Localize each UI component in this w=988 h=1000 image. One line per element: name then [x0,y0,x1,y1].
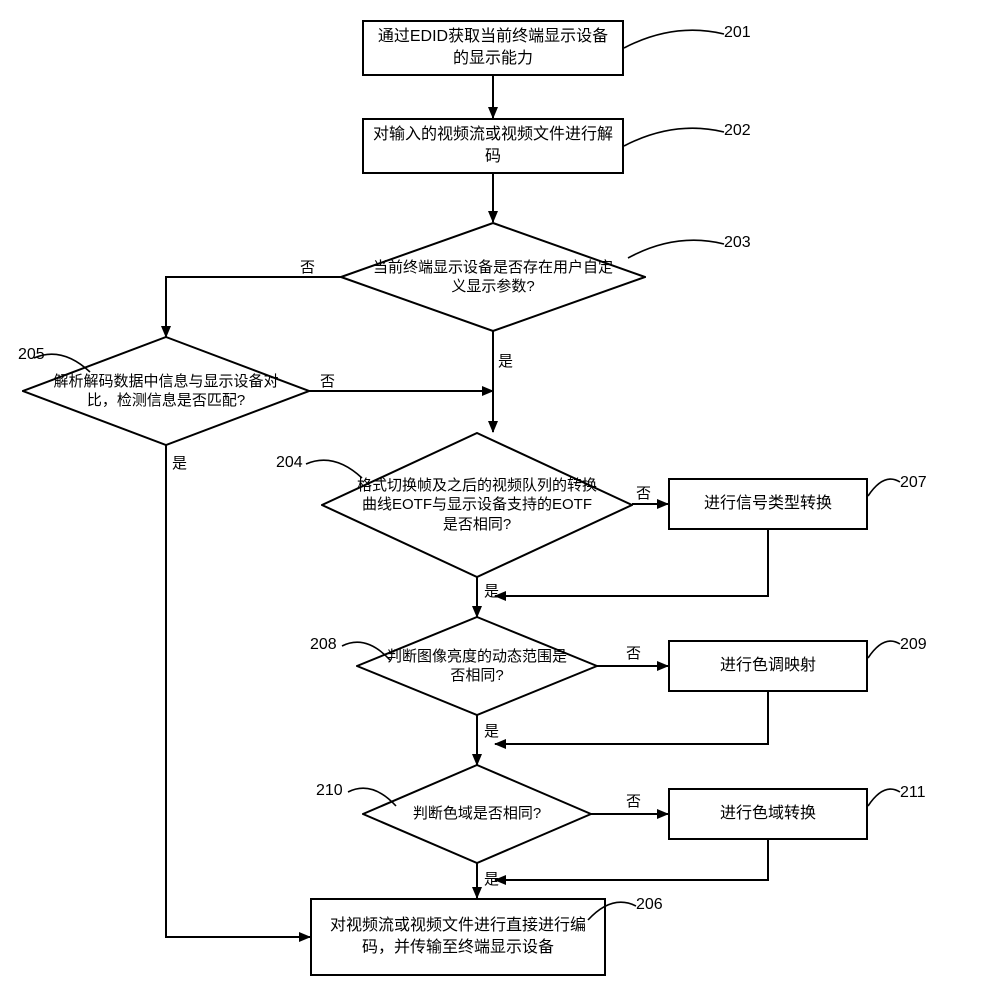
edge-203-no: 否 [300,256,315,277]
edge-204-yes: 是 [484,580,499,601]
edge-204-no: 否 [636,482,651,503]
edge-203-yes: 是 [498,350,513,371]
flowchart-canvas: 通过EDID获取当前终端显示设备的显示能力 对输入的视频流或视频文件进行解码 进… [0,0,988,1000]
edge-210-yes: 是 [484,868,499,889]
edge-205-no: 否 [320,370,335,391]
edge-210-no: 否 [626,790,641,811]
arrows-layer [0,0,988,1000]
edge-205-yes: 是 [172,452,187,473]
edge-208-yes: 是 [484,720,499,741]
edge-208-no: 否 [626,642,641,663]
